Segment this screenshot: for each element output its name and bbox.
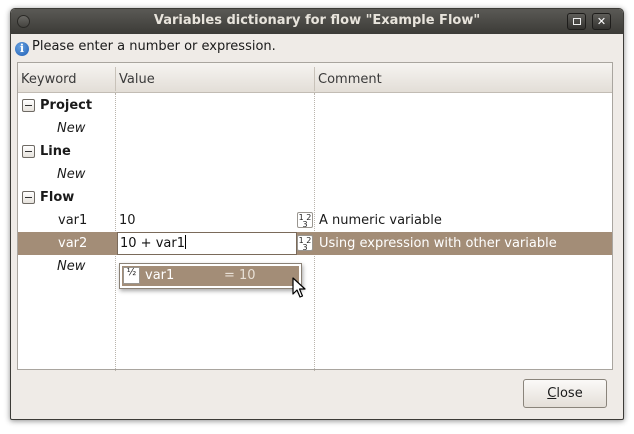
info-message: i Please enter a number or expression.	[15, 38, 276, 56]
tree-row-flow[interactable]: Flow	[18, 186, 612, 209]
new-entry-label: New	[57, 259, 86, 274]
close-button-label: lose	[556, 386, 583, 401]
tree-row-new[interactable]: New	[18, 117, 612, 140]
window-title: Variables dictionary for flow "Example F…	[153, 13, 481, 28]
tree-row-new[interactable]: New	[18, 255, 612, 278]
keyword-cell: var2	[58, 236, 88, 251]
column-header-comment[interactable]: Comment	[315, 63, 612, 93]
column-header-keyword[interactable]: Keyword	[18, 63, 116, 93]
tree-row-project[interactable]: Project	[18, 94, 612, 117]
tree-row-new[interactable]: New	[18, 163, 612, 186]
value-cell[interactable]: 10	[119, 209, 136, 232]
value-edit-text: 10 + var1	[120, 236, 185, 251]
table-header: Keyword Value Comment	[18, 63, 612, 93]
fraction-icon: ½	[123, 267, 140, 284]
mouse-cursor-icon	[292, 277, 306, 298]
tree-row-line[interactable]: Line	[18, 140, 612, 163]
group-label: Flow	[40, 190, 75, 205]
dialog-window: Variables dictionary for flow "Example F…	[10, 8, 624, 420]
close-window-button[interactable]: ✕	[592, 13, 611, 30]
maximize-icon	[573, 18, 581, 25]
info-icon: i	[15, 42, 29, 56]
keyword-cell: var1	[58, 213, 88, 228]
column-header-value[interactable]: Value	[116, 63, 314, 93]
info-text: Please enter a number or expression.	[32, 39, 276, 54]
table-row-var2[interactable]: var2 10 + var1 1 23 Using expression wit…	[18, 232, 612, 255]
group-label: Line	[40, 144, 71, 159]
comment-cell[interactable]: A numeric variable	[319, 209, 442, 232]
new-entry-label: New	[57, 167, 86, 182]
close-button[interactable]: Close	[523, 379, 607, 408]
new-entry-label: New	[57, 121, 86, 136]
comment-cell[interactable]: Using expression with other variable	[319, 232, 557, 255]
maximize-button[interactable]	[567, 13, 586, 30]
collapse-icon[interactable]	[22, 99, 35, 112]
title-bar[interactable]: Variables dictionary for flow "Example F…	[11, 9, 623, 34]
autocomplete-popup: ½ var1 = 10	[119, 263, 302, 289]
value-edit-field[interactable]: 10 + var1	[117, 232, 297, 255]
table-row-var1[interactable]: var1 10 1 23 A numeric variable	[18, 209, 612, 232]
variables-table[interactable]: Keyword Value Comment Project New Line N…	[17, 62, 613, 371]
expression-icon: 1 23	[297, 235, 313, 252]
text-caret	[184, 235, 186, 249]
close-icon: ✕	[596, 15, 607, 28]
autocomplete-variable-name: var1	[145, 268, 175, 283]
autocomplete-variable-value: = 10	[224, 268, 256, 283]
autocomplete-item[interactable]: ½ var1 = 10	[122, 266, 299, 286]
expression-icon: 1 23	[297, 212, 313, 229]
collapse-icon[interactable]	[22, 191, 35, 204]
collapse-icon[interactable]	[22, 145, 35, 158]
close-button-mnemonic: C	[547, 386, 557, 401]
group-label: Project	[40, 98, 93, 113]
